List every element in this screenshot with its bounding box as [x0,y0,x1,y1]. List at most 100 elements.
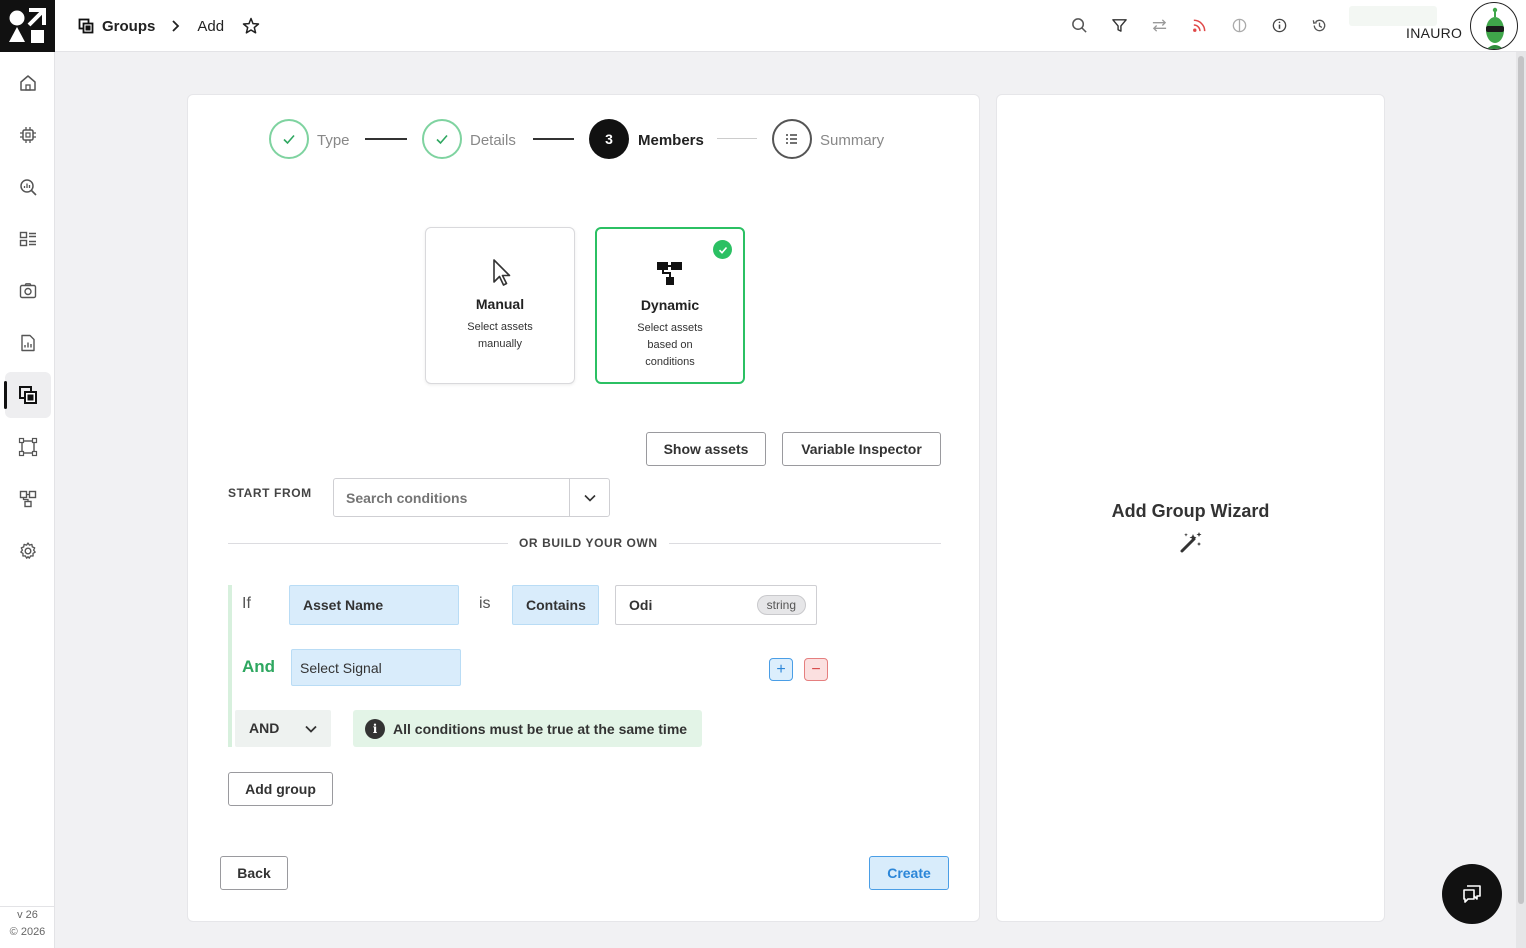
sidebar-item-reports[interactable] [5,320,51,366]
show-assets-button[interactable]: Show assets [646,432,766,466]
groups-icon [78,18,94,34]
sidebar-item-snapshots[interactable] [5,268,51,314]
create-button[interactable]: Create [869,856,949,890]
add-condition-button[interactable]: + [769,658,793,681]
status-placeholder [1349,6,1437,26]
dashboard-icon [19,231,36,247]
add-group-button[interactable]: Add group [228,772,333,806]
user-name: INAURO [1406,25,1463,41]
chip-icon [20,127,36,143]
sidebar-item-analytics[interactable] [5,164,51,210]
report-icon [21,334,35,352]
variable-inspector-button[interactable]: Variable Inspector [782,432,941,466]
cursor-icon [426,257,574,289]
info-icon[interactable] [1266,12,1293,39]
star-icon[interactable] [236,17,266,35]
condition-group-bar [228,585,232,747]
transfer-icon[interactable] [1146,12,1173,39]
mode-dynamic-desc: Select assets based on conditions [637,322,703,368]
step-type-circle[interactable] [269,119,309,159]
magic-wand-icon [1180,532,1202,553]
page-scrollbar-thumb[interactable] [1518,56,1524,904]
value-text: Odi [629,597,653,613]
sidebar-item-hierarchy[interactable] [5,476,51,522]
mode-dynamic-card[interactable]: Dynamic Select assets based on condition… [595,227,745,384]
gear-icon [20,542,36,559]
groups-icon [19,386,37,404]
breadcrumb-current: Add [197,17,225,35]
step-members-circle[interactable]: 3 [589,119,629,159]
step-members-label: Members [638,132,704,149]
chat-button[interactable] [1442,864,1502,924]
hierarchy-icon [19,490,37,508]
copyright: © 2026 [9,926,46,938]
wizard-title: Add Group Wizard [1111,501,1270,521]
wizard-side-panel: Add Group Wizard [996,94,1385,922]
step-connector [365,138,407,140]
breadcrumb-groups-label: Groups [102,17,156,35]
step-summary-label: Summary [820,132,885,149]
chevron-down-icon [305,725,317,733]
sidebar-item-home[interactable] [5,60,51,106]
toolbar-icons [1066,12,1333,39]
breadcrumb-groups[interactable]: Groups [78,18,155,35]
value-field[interactable]: Odi string [615,585,817,625]
sidebar-item-dashboards[interactable] [5,216,51,262]
top-bar: Groups Add INAURO [0,0,1526,52]
operator-select[interactable]: Contains [512,585,599,625]
step-type-label: Type [317,132,350,149]
breadcrumb: Groups Add [78,0,266,52]
contrast-icon[interactable] [1226,12,1253,39]
search-icon[interactable] [1066,12,1093,39]
selected-check-icon [713,240,732,259]
back-button[interactable]: Back [220,856,288,890]
chevron-right-icon [172,20,180,32]
and-label: And [242,657,276,676]
step-connector [533,138,574,140]
history-icon[interactable] [1306,12,1333,39]
start-from-label: START FROM [228,486,312,500]
sidebar-item-groups[interactable] [4,372,51,418]
logic-operator-select[interactable]: AND [235,710,331,747]
camera-icon [19,283,37,299]
logic-operator-value: AND [249,720,280,736]
home-icon [20,75,36,91]
value-type-badge: string [756,595,806,615]
app-logo[interactable] [0,0,55,52]
sidebar-item-settings[interactable] [5,528,51,574]
chat-icon [1463,885,1481,903]
search-chart-icon [20,179,37,196]
or-build-label: OR BUILD YOUR OWN [508,536,669,550]
mode-manual-card[interactable]: Manual Select assets manually [425,227,575,384]
sidebar-item-devices[interactable] [5,112,51,158]
version-info: v 26 © 2026 [0,906,55,941]
step-details-label: Details [470,132,516,149]
sidebar-item-frames[interactable] [5,424,51,470]
field-select[interactable]: Asset Name [289,585,459,625]
version-number: v 26 [17,909,38,921]
signal-select[interactable]: Select Signal [291,649,461,686]
is-label: is [479,595,491,612]
mode-dynamic-title: Dynamic [640,297,700,313]
if-label: If [242,595,251,612]
avatar[interactable] [1470,2,1518,50]
flow-icon [597,258,743,290]
sidebar: v 26 © 2026 [0,52,55,948]
device-frame-icon [18,437,38,457]
filter-icon[interactable] [1106,12,1133,39]
mode-manual-title: Manual [475,296,525,312]
remove-condition-button[interactable]: − [804,658,828,681]
check-icon [436,134,448,145]
wizard-card: Type Details 3 Members Summary Manual Se… [187,94,980,922]
logic-info-text: All conditions must be true at the same … [393,720,688,737]
step-summary-circle[interactable] [772,119,812,159]
rss-icon[interactable] [1186,12,1213,39]
step-connector [717,138,757,139]
mode-manual-desc: Select assets manually [467,321,533,350]
step-details-circle[interactable] [422,119,462,159]
info-icon: i [365,718,385,739]
search-conditions-input[interactable] [334,479,570,516]
check-icon [283,134,295,145]
chevron-down-icon[interactable] [569,479,609,516]
logic-info-banner: i All conditions must be true at the sam… [353,710,702,747]
